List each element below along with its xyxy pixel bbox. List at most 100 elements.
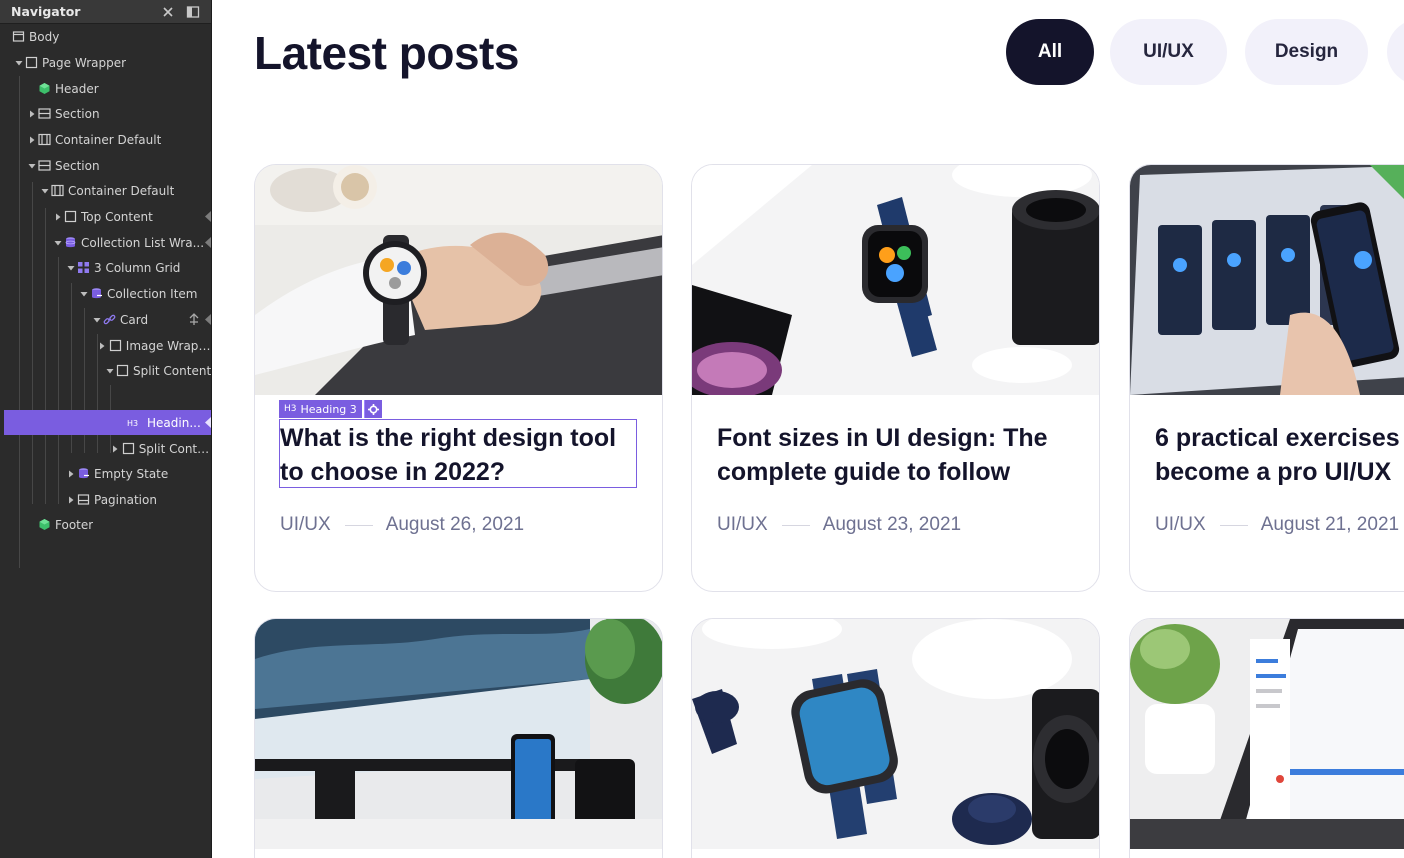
nav-item-label: Headin... <box>147 415 201 430</box>
square-icon <box>116 364 129 377</box>
navigator-header: Navigator <box>0 0 211 24</box>
nav-item-header[interactable]: Header <box>0 76 211 101</box>
nav-item-label: Card <box>120 312 149 327</box>
interaction-icon[interactable] <box>188 313 200 329</box>
nav-item-heading-3[interactable]: H3 Headin... <box>4 410 211 435</box>
post-meta: UI/UX August 23, 2021 <box>717 514 961 536</box>
nav-item-empty-state[interactable]: Empty State <box>0 461 211 486</box>
meta-divider <box>781 524 810 526</box>
caret-right-icon[interactable] <box>66 495 75 504</box>
caret-right-icon[interactable] <box>27 135 36 144</box>
nav-item-container-default-2[interactable]: Container Default <box>0 178 211 203</box>
nav-item-top-content[interactable]: Top Content <box>0 204 211 229</box>
symbol-icon <box>38 518 51 531</box>
post-image-blue-smartwatch <box>692 619 1099 849</box>
post-card[interactable] <box>1129 618 1404 858</box>
navigator-panel: Navigator Body Page Wrapper Header Secti… <box>0 0 212 858</box>
section-icon <box>38 159 51 172</box>
nav-item-label: Top Content <box>81 209 153 224</box>
app-window: Navigator Body Page Wrapper Header Secti… <box>0 0 1404 858</box>
nav-item-label: Split Content <box>133 363 212 378</box>
nav-item-collection-list-wrapper[interactable]: Collection List Wra... <box>0 230 211 255</box>
post-card[interactable]: Font sizes in UI design: The complete gu… <box>691 164 1100 592</box>
section-icon <box>38 107 51 120</box>
close-icon[interactable] <box>161 4 175 18</box>
filter-uiux-button[interactable]: UI/UX <box>1110 19 1227 85</box>
dock-panel-icon[interactable] <box>186 4 200 18</box>
caret-down-icon[interactable] <box>14 58 23 67</box>
caret-right-icon[interactable] <box>27 109 36 118</box>
nav-item-section[interactable]: Section <box>0 101 211 126</box>
post-meta: UI/UX August 26, 2021 <box>280 514 524 536</box>
nav-item-3-column-grid[interactable]: 3 Column Grid <box>0 255 211 280</box>
post-card[interactable] <box>254 618 663 858</box>
nav-item-page-wrapper[interactable]: Page Wrapper <box>0 50 211 75</box>
nav-item-footer[interactable]: Footer <box>0 512 211 537</box>
nav-item-label: Collection Item <box>107 286 198 301</box>
filter-all-button[interactable]: All <box>1006 19 1094 85</box>
square-icon <box>64 210 77 223</box>
caret-right-icon[interactable] <box>53 212 62 221</box>
nav-item-section-2[interactable]: Section <box>0 153 211 178</box>
caret-down-icon[interactable] <box>66 263 75 272</box>
post-title-line: 6 practical exercises to <box>1155 424 1404 452</box>
selected-element-tag[interactable]: H3 Heading 3 <box>279 400 362 418</box>
caret-down-icon[interactable] <box>53 238 62 247</box>
nav-item-label: Split Content <box>138 441 212 456</box>
nav-item-collection-item[interactable]: Collection Item <box>0 281 211 306</box>
nav-item-pagination[interactable]: Pagination <box>0 487 211 512</box>
nav-item-label: Body <box>29 29 60 44</box>
nav-item-split-content[interactable]: Split Content <box>0 358 212 383</box>
nav-item-image-wrapper[interactable]: Image Wrapper <box>0 333 212 358</box>
nav-item-card[interactable]: Card <box>0 307 211 332</box>
meta-divider <box>344 524 373 526</box>
nav-item-label: Empty State <box>94 466 169 481</box>
square-icon <box>122 442 135 455</box>
post-image-phone-mockups <box>1130 165 1404 395</box>
h3-icon: H3 <box>127 416 143 429</box>
page-title: Latest posts <box>254 27 519 79</box>
filter-more-button[interactable] <box>1387 19 1404 85</box>
nav-item-label: Container Default <box>68 183 175 198</box>
post-date: August 21, 2021 <box>1260 514 1400 535</box>
caret-right-icon[interactable] <box>98 341 107 350</box>
nav-item-container-default[interactable]: Container Default <box>0 127 211 152</box>
post-title-line: Font sizes in UI design: The <box>717 424 1048 452</box>
post-card[interactable]: What is the right design tool to choose … <box>254 164 663 592</box>
caret-down-icon[interactable] <box>40 186 49 195</box>
caret-right-icon[interactable] <box>66 469 75 478</box>
nav-item-label: Collection List Wra... <box>81 235 205 250</box>
post-image-hand-smartwatch <box>255 165 662 395</box>
navigator-title: Navigator <box>11 4 81 19</box>
nav-item-label: Container Default <box>55 132 162 147</box>
post-title[interactable]: Font sizes in UI design: The complete gu… <box>717 421 1077 489</box>
collection-item-icon <box>90 287 103 300</box>
settings-gear-icon[interactable] <box>364 400 382 418</box>
caret-down-icon[interactable] <box>27 161 36 170</box>
collapse-marker-icon <box>205 211 211 222</box>
nav-item-label: 3 Column Grid <box>94 260 181 275</box>
post-card[interactable]: 6 practical exercises to become a pro UI… <box>1129 164 1404 592</box>
nav-item-label: Image Wrapper <box>125 338 212 353</box>
caret-right-icon[interactable] <box>111 444 120 453</box>
link-icon <box>103 313 116 326</box>
caret-down-icon[interactable] <box>79 289 88 298</box>
nav-item-body[interactable]: Body <box>0 24 211 49</box>
post-category: UI/UX <box>280 514 331 535</box>
symbol-icon <box>38 82 51 95</box>
caret-down-icon[interactable] <box>92 315 101 324</box>
post-card[interactable] <box>691 618 1100 858</box>
collection-icon <box>77 467 90 480</box>
collection-icon <box>64 236 77 249</box>
body-box-icon <box>12 30 25 43</box>
nav-item-label: Pagination <box>94 492 157 507</box>
nav-item-split-content-2[interactable]: Split Content <box>0 436 212 461</box>
nav-item-label: Section <box>55 106 100 121</box>
nav-item-label: Footer <box>55 517 94 532</box>
post-title[interactable]: 6 practical exercises to become a pro UI… <box>1155 421 1404 489</box>
collapse-marker-icon <box>205 417 211 428</box>
caret-down-icon[interactable] <box>105 366 114 375</box>
filter-design-button[interactable]: Design <box>1245 19 1368 85</box>
container-icon <box>38 133 51 146</box>
selected-element-label: Heading 3 <box>300 402 357 416</box>
